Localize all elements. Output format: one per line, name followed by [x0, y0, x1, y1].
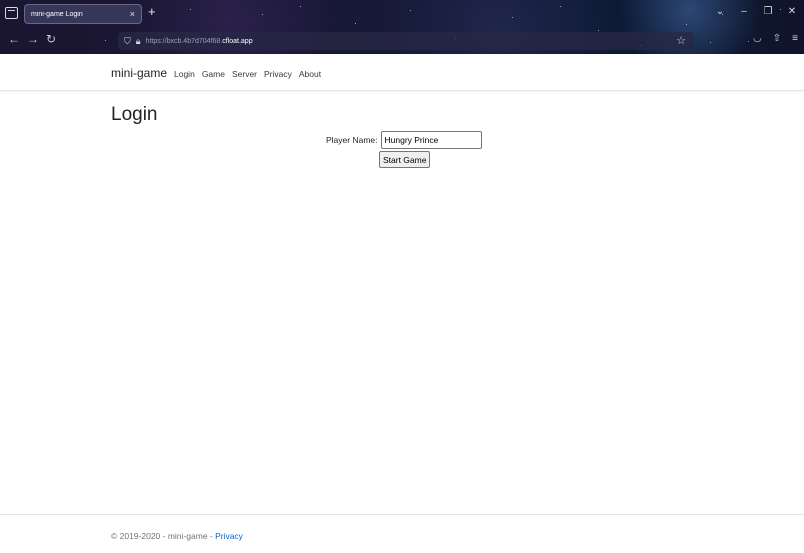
nav-link-game[interactable]: Game — [202, 69, 225, 79]
close-window-icon[interactable]: ✕ — [780, 6, 804, 17]
nav-links: Login Game Server Privacy About — [174, 69, 321, 79]
forward-icon[interactable]: → — [27, 33, 39, 45]
page-title: Login — [111, 104, 158, 125]
player-name-input[interactable] — [380, 131, 482, 149]
window-controls: ⌄ – ❐ ✕ — [708, 6, 804, 17]
lock-icon[interactable]: 🔒︎ — [136, 36, 141, 47]
footer: © 2019-2020 - mini-game - Privacy — [0, 514, 804, 553]
nav-link-privacy[interactable]: Privacy — [264, 69, 292, 79]
reload-icon[interactable]: ↻ — [46, 33, 56, 45]
footer-text: © 2019-2020 - mini-game - Privacy — [111, 531, 243, 541]
tab-title: mini-game Login — [31, 10, 83, 18]
shield-icon[interactable]: ⛉ — [124, 36, 131, 47]
brand-link[interactable]: mini-game — [111, 66, 167, 80]
browser-toolbar: ← → ↻ ⛉ 🔒︎ https://bxcb.4b7d704f68.cfloa… — [0, 30, 804, 52]
url-text[interactable]: https://bxcb.4b7d704f68.cfloat.app — [146, 38, 253, 45]
minimize-icon[interactable]: – — [732, 6, 756, 17]
toolbar-right: ◡ ⇧ ≡ — [753, 33, 798, 44]
back-icon[interactable]: ← — [8, 33, 20, 45]
footer-privacy-link[interactable]: Privacy — [215, 531, 243, 541]
footer-copyright: © 2019-2020 - mini-game - — [111, 531, 216, 541]
close-tab-icon[interactable]: × — [130, 9, 135, 19]
site-navbar: mini-game Login Game Server Privacy Abou… — [0, 54, 804, 91]
url-domain: cfloat.app — [222, 37, 253, 45]
browser-chrome: mini-game Login × + ⌄ – ❐ ✕ ← → ↻ ⛉ 🔒︎ h… — [0, 0, 804, 54]
tab-strip: mini-game Login × + ⌄ – ❐ ✕ — [0, 0, 804, 28]
nav-link-login[interactable]: Login — [174, 69, 195, 79]
nav-link-server[interactable]: Server — [232, 69, 257, 79]
extensions-icon[interactable]: ⇧ — [773, 33, 781, 44]
nav-link-about[interactable]: About — [299, 69, 321, 79]
restore-icon[interactable]: ❐ — [756, 6, 780, 17]
address-bar[interactable]: ⛉ 🔒︎ https://bxcb.4b7d704f68.cfloat.app … — [118, 32, 694, 50]
bookmark-star-icon[interactable]: ☆ — [676, 34, 686, 47]
login-form: Player Name: — [326, 131, 482, 149]
menu-icon[interactable]: ≡ — [792, 33, 798, 44]
tab-list-icon[interactable]: ⌄ — [708, 6, 732, 17]
new-tab-button[interactable]: + — [148, 5, 156, 18]
browser-tab[interactable]: mini-game Login × — [24, 4, 142, 24]
tab-overview-icon[interactable] — [5, 7, 18, 19]
pocket-icon[interactable]: ◡ — [753, 33, 762, 44]
player-name-label: Player Name: — [326, 135, 378, 145]
start-game-button[interactable]: Start Game — [379, 151, 431, 168]
